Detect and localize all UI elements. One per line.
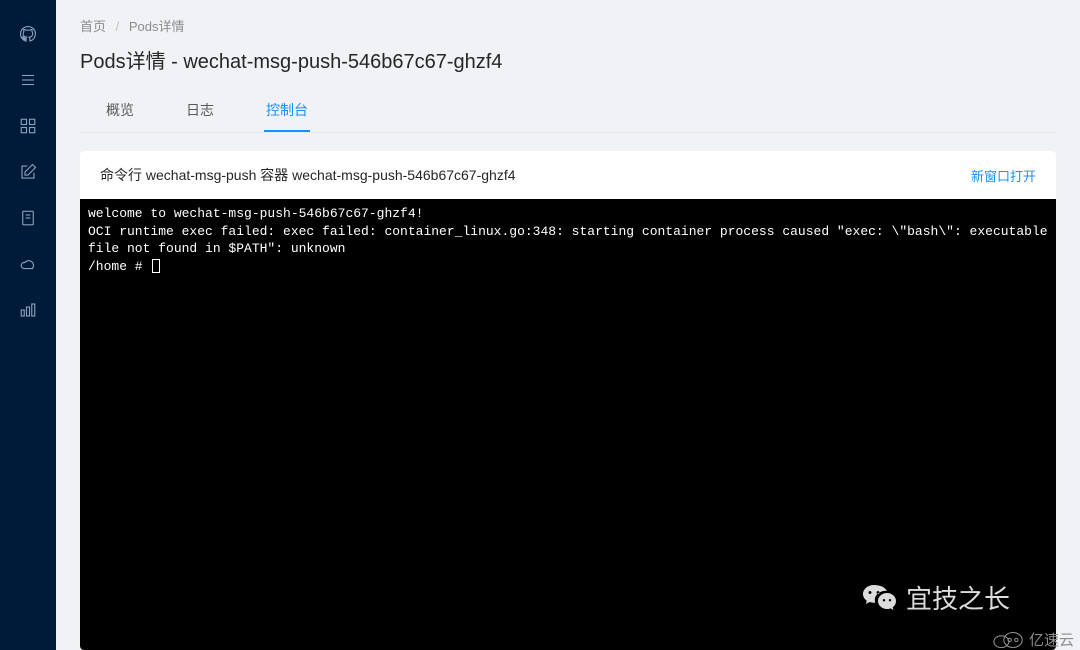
github-icon [19,25,37,43]
sidebar-item-cloud[interactable] [18,254,38,274]
open-new-window-link[interactable]: 新窗口打开 [971,166,1036,185]
sidebar-item-github[interactable] [18,24,38,44]
panel-header: 命令行 wechat-msg-push 容器 wechat-msg-push-5… [80,151,1056,199]
main-content: 首页 / Pods详情 Pods详情 - wechat-msg-push-546… [56,0,1080,650]
sidebar [0,0,56,650]
edit-icon [19,163,37,181]
terminal-cursor [152,259,160,273]
terminal-line: OCI runtime exec failed: exec failed: co… [88,224,1055,257]
terminal-prompt: /home # [88,259,150,274]
breadcrumb-current: Pods详情 [129,19,185,34]
console-panel: 命令行 wechat-msg-push 容器 wechat-msg-push-5… [80,151,1056,650]
sidebar-item-chart[interactable] [18,300,38,320]
breadcrumb: 首页 / Pods详情 [56,0,1080,41]
sidebar-item-doc[interactable] [18,208,38,228]
sidebar-item-list[interactable] [18,70,38,90]
list-icon [19,71,37,89]
breadcrumb-separator: / [116,19,120,34]
doc-icon [19,209,37,227]
tab-overview[interactable]: 概览 [104,92,136,132]
chart-icon [19,301,37,319]
tab-console[interactable]: 控制台 [264,92,310,132]
panel-title: 命令行 wechat-msg-push 容器 wechat-msg-push-5… [100,165,516,185]
grid-icon [19,117,37,135]
breadcrumb-home[interactable]: 首页 [80,19,106,34]
sidebar-item-edit[interactable] [18,162,38,182]
cloud-icon [19,255,37,273]
terminal[interactable]: welcome to wechat-msg-push-546b67c67-ghz… [80,199,1056,650]
tabs: 概览 日志 控制台 [80,86,1056,133]
page-title: Pods详情 - wechat-msg-push-546b67c67-ghzf4 [56,41,1080,86]
tab-logs[interactable]: 日志 [184,92,216,132]
sidebar-item-grid[interactable] [18,116,38,136]
terminal-line: welcome to wechat-msg-push-546b67c67-ghz… [88,206,423,221]
